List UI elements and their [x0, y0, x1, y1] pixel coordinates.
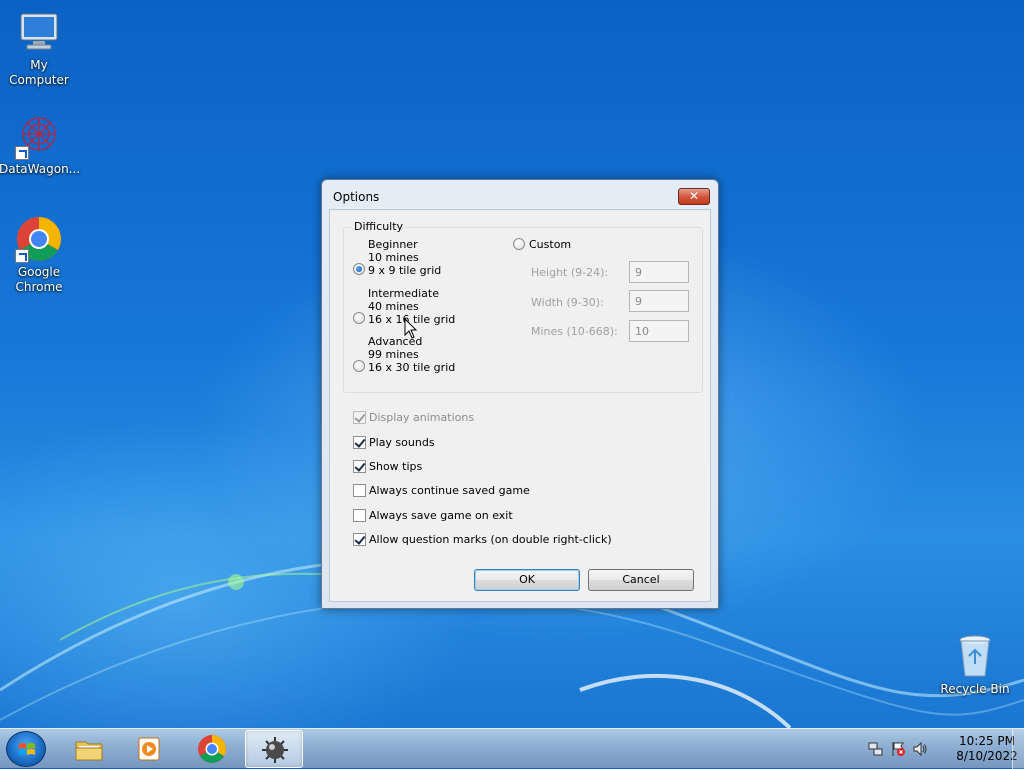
dialog-title: Options	[333, 190, 380, 204]
custom-label[interactable]: Custom	[529, 238, 571, 251]
beginner-mines: 10 mines	[368, 251, 419, 264]
show-tips-checkbox[interactable]	[353, 460, 366, 473]
beginner-option-text[interactable]: Beginner 10 mines 9 x 9 tile grid	[368, 238, 441, 277]
start-button[interactable]	[6, 731, 46, 767]
dialog-titlebar[interactable]: Options ✕	[322, 180, 718, 210]
desktop-icon-label: Google Chrome	[15, 265, 63, 294]
question-marks-label: Allow question marks (on double right-cl…	[369, 533, 612, 546]
mines-field[interactable]: 10	[629, 320, 689, 342]
custom-radio[interactable]	[513, 238, 525, 250]
chrome-icon	[15, 215, 63, 263]
close-icon: ✕	[688, 189, 700, 203]
intermediate-label: Intermediate	[368, 287, 439, 300]
taskbar-media-player[interactable]	[120, 730, 178, 768]
ok-button[interactable]: OK	[474, 569, 580, 591]
close-button[interactable]: ✕	[678, 188, 710, 205]
width-label: Width (9-30):	[531, 296, 604, 309]
desktop-icon-chrome[interactable]: Google Chrome	[0, 215, 79, 295]
desktop-icon-recycle-bin[interactable]: Recycle Bin	[935, 632, 1015, 697]
cancel-button[interactable]: Cancel	[588, 569, 694, 591]
minesweeper-icon	[262, 737, 288, 763]
always-save-label: Always save game on exit	[369, 509, 513, 522]
advanced-option-text[interactable]: Advanced 99 mines 16 x 30 tile grid	[368, 335, 455, 374]
mouse-cursor-icon	[404, 318, 418, 339]
datawagon-icon	[15, 112, 63, 160]
options-dialog: Options ✕ Difficulty Beginner 10 mines 9…	[321, 179, 719, 609]
dialog-client-area: Difficulty Beginner 10 mines 9 x 9 tile …	[329, 209, 711, 602]
display-animations-checkbox[interactable]	[353, 411, 366, 424]
always-save-checkbox[interactable]	[353, 509, 366, 522]
display-animations-label: Display animations	[369, 411, 475, 424]
taskbar-minesweeper[interactable]	[245, 730, 303, 768]
desktop-icon-label: DataWagon...	[0, 162, 81, 176]
advanced-mines: 99 mines	[368, 348, 419, 361]
difficulty-group-label: Difficulty	[351, 220, 407, 233]
taskbar-file-explorer[interactable]	[60, 730, 118, 768]
shortcut-arrow-icon	[15, 146, 29, 160]
intermediate-radio[interactable]	[353, 312, 365, 324]
desktop-icon-label: Recycle Bin	[940, 682, 1010, 696]
advanced-radio[interactable]	[353, 360, 365, 372]
system-tray: 10:25 PM 8/10/2022	[854, 729, 1024, 769]
taskbar: 10:25 PM 8/10/2022	[0, 728, 1024, 769]
desktop-icon-label: My Computer	[9, 58, 69, 87]
beginner-grid: 9 x 9 tile grid	[368, 264, 442, 277]
width-field[interactable]: 9	[629, 290, 689, 312]
intermediate-mines: 40 mines	[368, 300, 419, 313]
difficulty-groupbox: Difficulty Beginner 10 mines 9 x 9 tile …	[343, 220, 703, 393]
play-sounds-checkbox[interactable]	[353, 436, 366, 449]
show-tips-label: Show tips	[369, 460, 423, 473]
recycle-bin-icon	[951, 632, 999, 680]
always-continue-checkbox[interactable]	[353, 484, 366, 497]
network-icon[interactable]	[868, 741, 884, 757]
action-center-flag-icon[interactable]	[890, 741, 906, 757]
always-continue-label: Always continue saved game	[369, 484, 530, 497]
mines-label: Mines (10-668):	[531, 325, 618, 338]
question-marks-checkbox[interactable]	[353, 533, 366, 546]
shortcut-arrow-icon	[15, 249, 29, 263]
show-desktop-button[interactable]	[1012, 729, 1024, 769]
desktop-icon-datawagon[interactable]: DataWagon...	[0, 112, 81, 177]
advanced-grid: 16 x 30 tile grid	[368, 361, 456, 374]
beginner-label: Beginner	[368, 238, 418, 251]
desktop-icon-my-computer[interactable]: My Computer	[0, 8, 79, 88]
volume-icon[interactable]	[912, 741, 928, 757]
height-field[interactable]: 9	[629, 261, 689, 283]
beginner-radio[interactable]	[353, 263, 365, 275]
height-label: Height (9-24):	[531, 266, 609, 279]
computer-icon	[15, 8, 63, 56]
chrome-icon	[198, 735, 226, 763]
file-explorer-icon	[75, 741, 103, 761]
play-sounds-label: Play sounds	[369, 436, 435, 449]
taskbar-chrome[interactable]	[183, 730, 241, 768]
windows-logo-icon	[19, 743, 35, 755]
media-player-icon	[138, 737, 160, 761]
